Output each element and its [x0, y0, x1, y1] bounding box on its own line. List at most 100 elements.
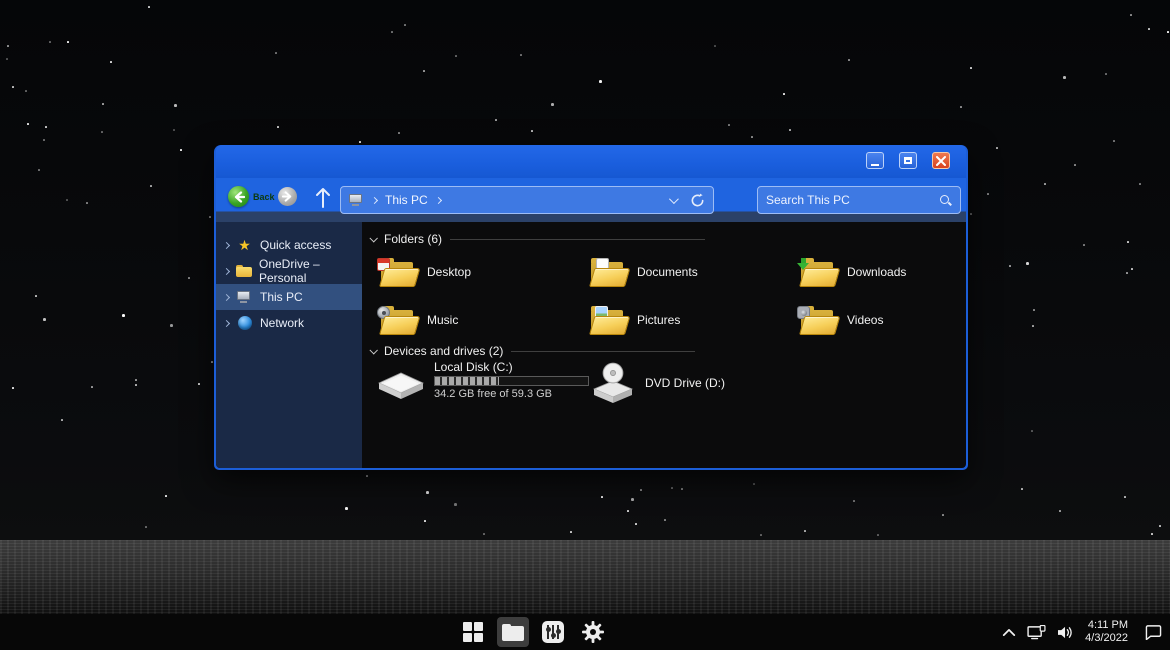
file-explorer-taskbar-button[interactable] — [497, 617, 529, 647]
drive-item-dvd[interactable]: DVD Drive (D:) — [590, 362, 725, 404]
window-titlebar[interactable] — [216, 145, 966, 178]
forward-arrow-icon — [282, 191, 293, 202]
folders-section-header[interactable]: Folders (6) — [370, 232, 705, 246]
notification-bubble-icon[interactable] — [1145, 624, 1162, 640]
windows-start-icon — [463, 622, 483, 642]
address-bar-actions — [669, 193, 705, 208]
sidebar-item-label: This PC — [260, 290, 303, 304]
forward-button[interactable] — [278, 187, 297, 206]
taskbar-center-buttons — [457, 617, 609, 647]
expand-chevron-icon[interactable] — [223, 293, 230, 300]
disk-free-space: 34.2 GB free of 59.3 GB — [434, 388, 589, 400]
sliders-icon — [542, 621, 564, 643]
minimize-icon — [871, 164, 879, 166]
section-title: Folders (6) — [384, 232, 442, 246]
expand-chevron-icon[interactable] — [223, 267, 230, 274]
taskbar: 4:11 PM 4/3/2022 — [0, 614, 1170, 650]
disk-usage-fill — [435, 377, 499, 385]
expand-chevron-icon[interactable] — [223, 319, 230, 326]
network-icon[interactable] — [1027, 625, 1046, 640]
folder-item-pictures[interactable]: Pictures — [587, 296, 797, 344]
up-arrow-icon — [314, 186, 332, 210]
breadcrumb-this-pc[interactable]: This PC — [385, 193, 428, 207]
folder-item-music[interactable]: Music — [377, 296, 587, 344]
breadcrumb-chevron-icon — [371, 196, 378, 203]
file-list-area: Folders (6) Desktop Documents Downloads — [362, 222, 966, 468]
navigation-pane: ★ Quick access OneDrive – Personal This … — [216, 222, 362, 468]
sidebar-item-label: OneDrive – Personal — [259, 257, 362, 285]
collapse-chevron-icon[interactable] — [369, 234, 377, 242]
section-divider — [511, 351, 695, 352]
folder-item-videos[interactable]: Videos — [797, 296, 966, 344]
folders-grid: Desktop Documents Downloads Music — [377, 248, 966, 344]
star-icon: ★ — [238, 238, 251, 252]
breadcrumb-chevron-icon — [435, 196, 442, 203]
folder-label: Documents — [637, 265, 698, 279]
dvd-drive-icon — [590, 362, 636, 404]
onedrive-folder-icon — [236, 265, 252, 277]
address-bar[interactable]: This PC — [340, 186, 714, 214]
folder-item-downloads[interactable]: Downloads — [797, 248, 966, 296]
start-button[interactable] — [457, 617, 489, 647]
network-globe-icon — [238, 316, 252, 330]
sidebar-item-label: Network — [260, 316, 304, 330]
refresh-icon[interactable] — [690, 193, 705, 208]
videos-folder-icon — [797, 305, 837, 336]
desktop-wallpaper-ground — [0, 540, 1170, 614]
maximize-icon — [904, 157, 912, 164]
devices-section-header[interactable]: Devices and drives (2) — [370, 344, 695, 358]
desktop-folder-icon — [377, 257, 417, 288]
minimize-button[interactable] — [866, 152, 884, 169]
music-folder-icon — [377, 305, 417, 336]
sidebar-item-quick-access[interactable]: ★ Quick access — [216, 232, 362, 258]
drive-item-local-disk[interactable]: Local Disk (C:) 34.2 GB free of 59.3 GB — [377, 360, 589, 402]
folder-icon — [502, 624, 524, 641]
clock-time: 4:11 PM — [1085, 619, 1128, 632]
close-button[interactable] — [932, 152, 950, 169]
sidebar-item-network[interactable]: Network — [216, 310, 362, 336]
expand-chevron-icon[interactable] — [223, 241, 230, 248]
explorer-toolbar: Back This PC — [216, 178, 966, 222]
folder-label: Videos — [847, 313, 883, 327]
computer-icon — [237, 291, 252, 303]
taskbar-clock[interactable]: 4:11 PM 4/3/2022 — [1085, 619, 1128, 645]
section-divider — [450, 239, 705, 240]
clock-date: 4/3/2022 — [1085, 632, 1128, 645]
screen: Back This PC — [0, 0, 1170, 650]
drive-label: Local Disk (C:) — [434, 360, 589, 374]
folder-item-desktop[interactable]: Desktop — [377, 248, 587, 296]
system-tray: 4:11 PM 4/3/2022 — [1002, 619, 1162, 645]
search-icon — [939, 194, 952, 207]
explorer-body: ★ Quick access OneDrive – Personal This … — [216, 222, 966, 468]
speaker-icon[interactable] — [1057, 625, 1074, 640]
disk-details: Local Disk (C:) 34.2 GB free of 59.3 GB — [434, 360, 589, 402]
collapse-chevron-icon[interactable] — [369, 346, 377, 354]
section-title: Devices and drives (2) — [384, 344, 503, 358]
up-button[interactable] — [314, 186, 332, 215]
sidebar-item-onedrive[interactable]: OneDrive – Personal — [216, 258, 362, 284]
folder-label: Music — [427, 313, 458, 327]
search-input[interactable] — [766, 193, 939, 207]
back-button[interactable]: Back — [228, 186, 275, 207]
mixer-taskbar-button[interactable] — [537, 617, 569, 647]
window-controls — [866, 152, 950, 169]
drive-label: DVD Drive (D:) — [645, 376, 725, 390]
folder-item-documents[interactable]: Documents — [587, 248, 797, 296]
tray-chevron-up-icon[interactable] — [1002, 628, 1016, 637]
maximize-button[interactable] — [899, 152, 917, 169]
address-dropdown-icon[interactable] — [669, 194, 679, 204]
folder-label: Desktop — [427, 265, 471, 279]
settings-taskbar-button[interactable] — [577, 617, 609, 647]
gear-icon — [581, 620, 605, 644]
this-pc-icon — [349, 194, 364, 206]
disk-usage-bar — [434, 376, 589, 386]
pictures-folder-icon — [587, 305, 627, 336]
downloads-folder-icon — [797, 257, 837, 288]
documents-folder-icon — [587, 257, 627, 288]
sidebar-item-this-pc[interactable]: This PC — [216, 284, 362, 310]
folder-label: Downloads — [847, 265, 906, 279]
search-box[interactable] — [757, 186, 961, 214]
folder-label: Pictures — [637, 313, 680, 327]
back-arrow-icon — [228, 186, 249, 207]
close-icon — [936, 156, 946, 166]
